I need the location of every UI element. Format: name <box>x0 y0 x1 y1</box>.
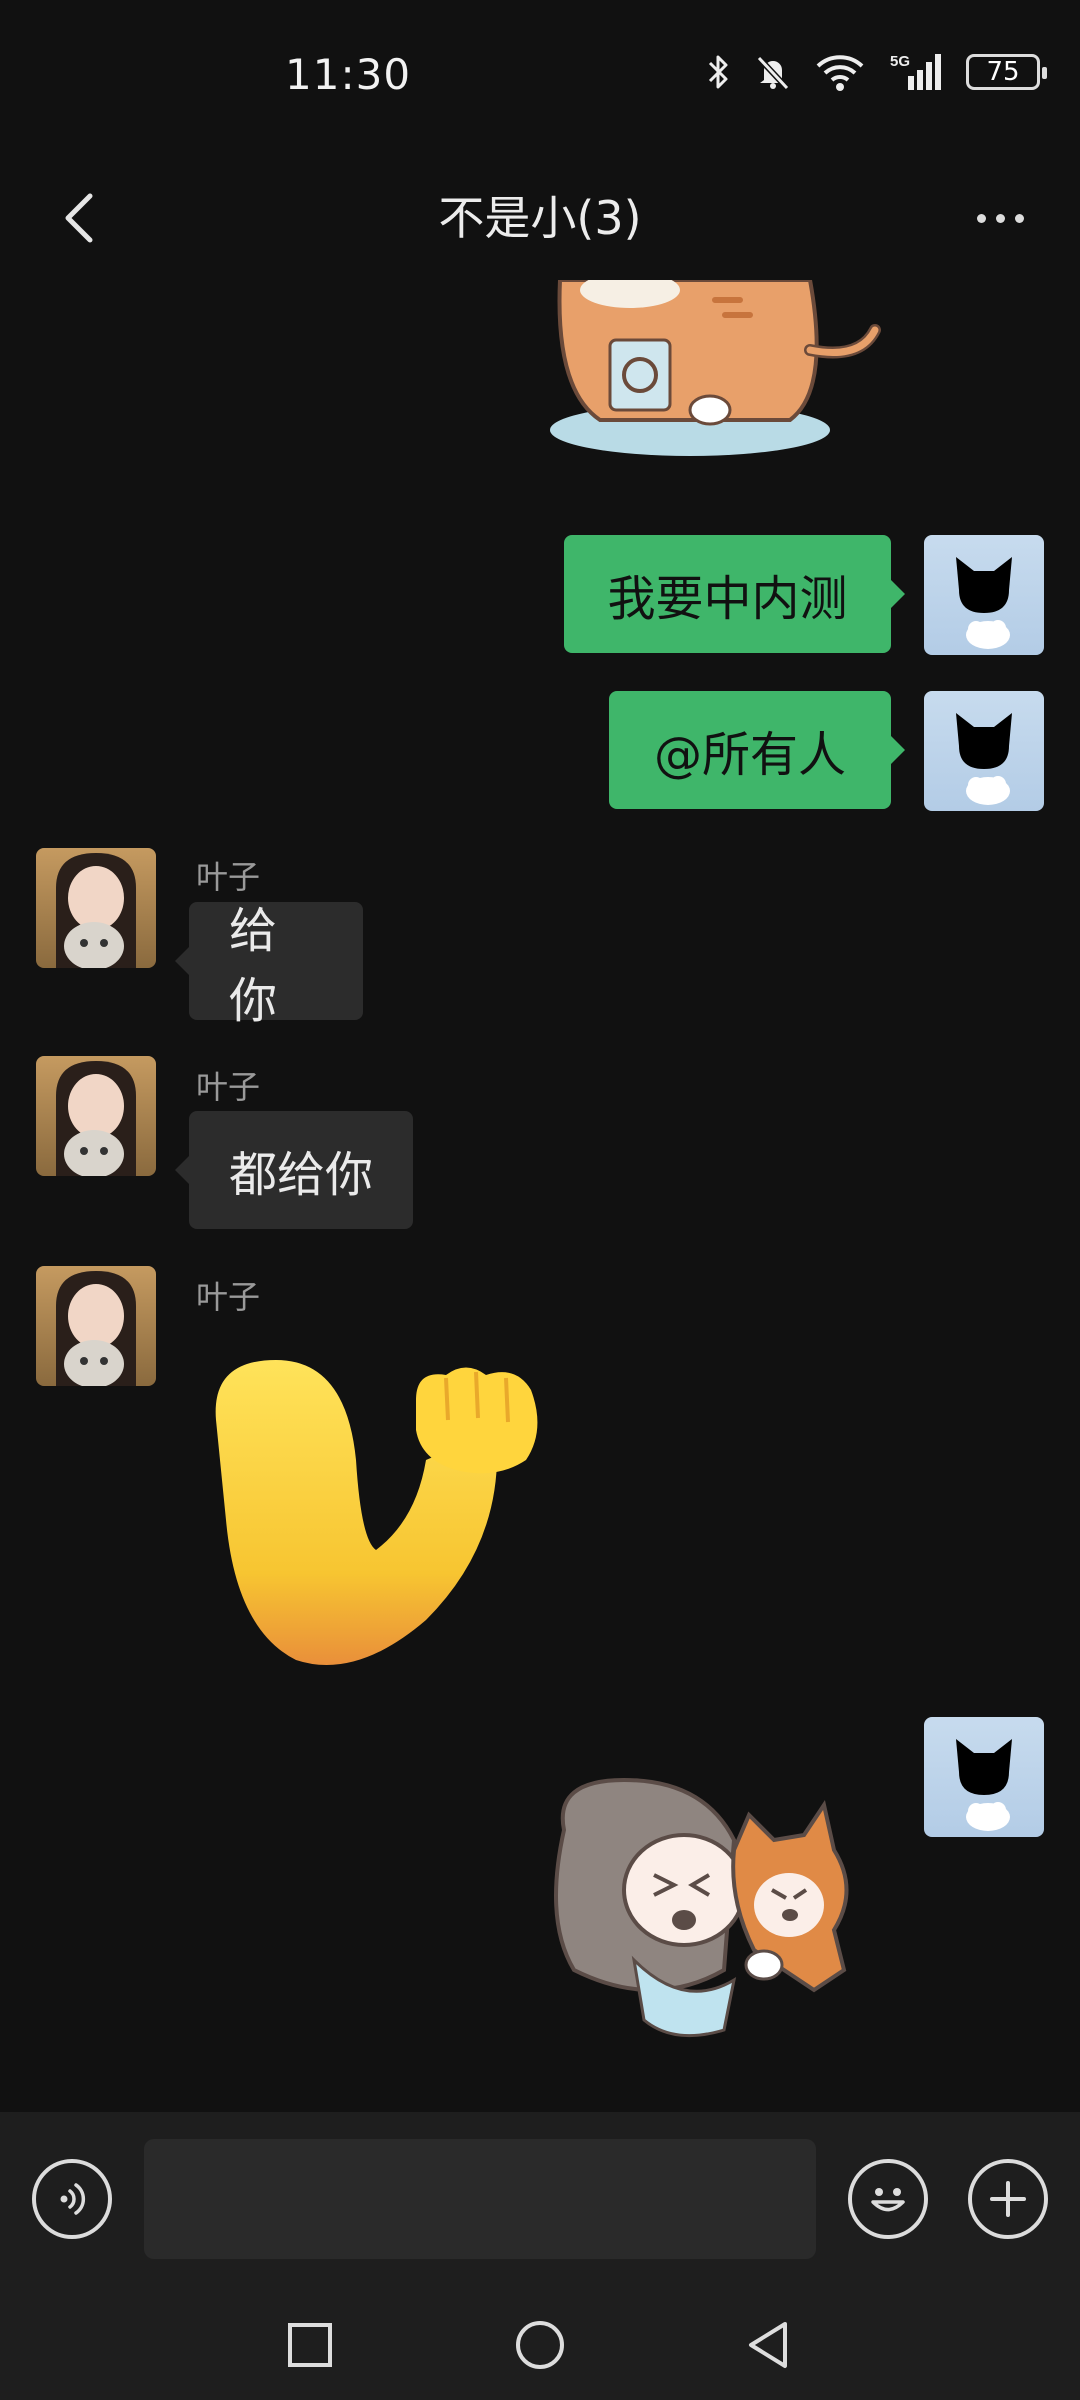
black-cat-avatar-icon <box>956 1739 1012 1831</box>
my-avatar[interactable] <box>924 535 1044 655</box>
message-text: 我要中内测 <box>607 571 848 627</box>
message-bubble-incoming[interactable]: 给你 <box>175 902 363 1029</box>
system-back-button[interactable] <box>738 2315 798 2375</box>
sender-name: 叶子 <box>196 1278 261 1316</box>
sender-avatar[interactable] <box>36 1056 156 1176</box>
battery-level: 75 <box>986 57 1020 87</box>
message-sticker-cat[interactable] <box>540 280 890 460</box>
system-navigation-bar <box>0 2287 1080 2400</box>
sender-name: 叶子 <box>196 1068 261 1106</box>
mute-icon <box>756 55 790 91</box>
voice-input-icon <box>60 2183 86 2215</box>
wifi-icon <box>816 55 864 91</box>
5g-signal-icon: 5G <box>890 53 941 90</box>
black-cat-avatar-icon <box>956 557 1012 649</box>
emoji-button[interactable] <box>848 2159 928 2239</box>
message-text: @所有人 <box>653 727 846 783</box>
sender-avatar[interactable] <box>36 1266 156 1386</box>
girl-with-cat-avatar-icon <box>56 1061 136 1176</box>
cat-sticker <box>550 280 881 456</box>
chat-header: 不是小(3) <box>0 160 1080 280</box>
add-icon <box>990 2181 1026 2217</box>
home-button[interactable] <box>510 2315 570 2375</box>
message-text-input[interactable] <box>144 2139 816 2259</box>
message-bubble-outgoing[interactable]: 我要中内测 <box>564 535 905 653</box>
girl-hugging-dog-sticker <box>554 1777 849 2038</box>
girl-with-cat-avatar-icon <box>56 1271 136 1386</box>
recent-apps-button[interactable] <box>280 2315 340 2375</box>
voice-input-button[interactable] <box>32 2159 112 2239</box>
sender-avatar[interactable] <box>36 848 156 968</box>
more-options-button[interactable] <box>950 178 1050 258</box>
status-bar: 11:30 5G 75 <box>0 0 1080 160</box>
message-text: 给你 <box>229 903 278 1029</box>
my-avatar[interactable] <box>924 691 1044 811</box>
flexed-biceps-sticker <box>215 1360 538 1665</box>
home-icon <box>516 2321 564 2369</box>
message-bubble-outgoing[interactable]: @所有人 <box>609 691 905 809</box>
message-sticker-biceps[interactable] <box>196 1350 546 1680</box>
status-time: 11:30 <box>285 50 412 99</box>
bluetooth-icon <box>708 55 728 89</box>
svg-text:5G: 5G <box>890 53 910 70</box>
my-avatar[interactable] <box>924 1717 1044 1837</box>
message-text: 都给你 <box>229 1147 374 1203</box>
recent-apps-icon <box>288 2323 332 2367</box>
black-cat-avatar-icon <box>956 713 1012 805</box>
more-options-icon <box>976 213 986 223</box>
status-icons: 5G 75 <box>706 52 1047 92</box>
message-bubble-incoming[interactable]: 都给你 <box>175 1111 413 1229</box>
chat-title: 不是小(3) <box>438 191 642 245</box>
girl-with-cat-avatar-icon <box>56 853 136 968</box>
back-icon <box>749 2322 787 2368</box>
battery-icon: 75 <box>966 54 1047 90</box>
message-sticker-hug[interactable] <box>534 1770 894 2050</box>
emoji-icon <box>871 2188 905 2212</box>
add-attachment-button[interactable] <box>968 2159 1048 2239</box>
message-input-bar <box>0 2112 1080 2287</box>
chat-message-list[interactable]: 我要中内测 @所有人 叶子 给你 叶子 都给你 叶子 <box>0 280 1080 2110</box>
